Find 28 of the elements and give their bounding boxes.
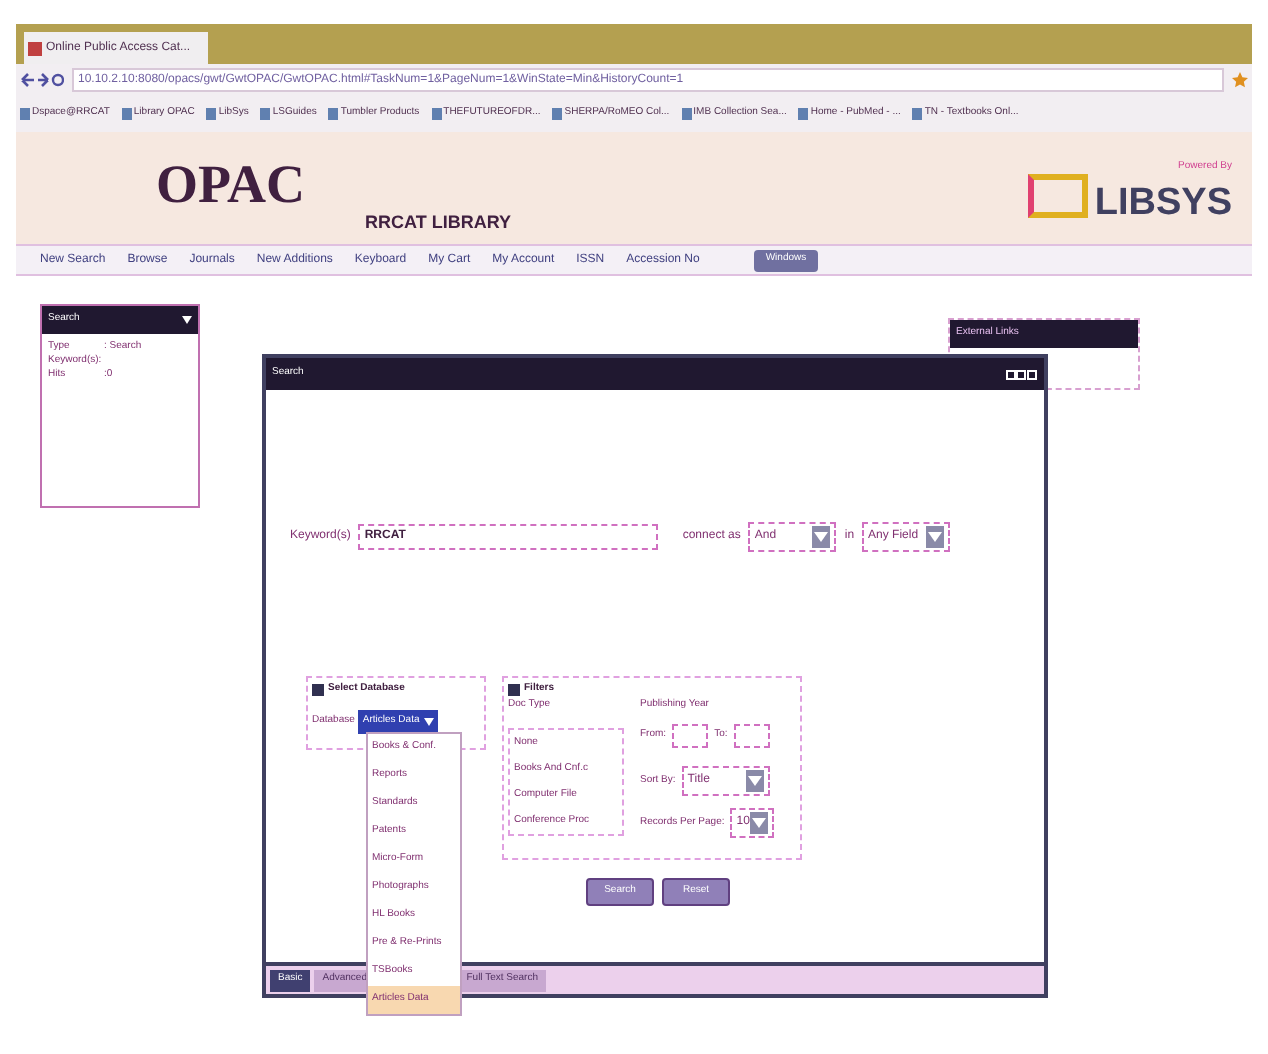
bookmark-icon (328, 108, 339, 120)
collapse-icon[interactable] (312, 683, 324, 696)
bookmark-icon (20, 108, 30, 120)
brand-logo: LIBSYS (1094, 179, 1232, 227)
collapse-icon[interactable] (508, 683, 520, 696)
bookmark-icon (798, 108, 809, 120)
pin-icon[interactable] (182, 316, 192, 324)
dropdown-arrow-icon (812, 526, 831, 548)
logo-squares-icon (1028, 174, 1089, 218)
dropdown-arrow-icon (926, 526, 945, 548)
star-icon[interactable] (1232, 72, 1248, 88)
library-name: RRCAT LIBRARY (365, 209, 511, 235)
bookmark-icon (681, 108, 692, 120)
bookmark-icon (431, 108, 442, 120)
bookmark-icon (121, 108, 132, 120)
bookmark-icon (552, 108, 563, 120)
opac-logo: OPAC (156, 151, 305, 217)
dropdown-arrow-icon (750, 812, 769, 834)
dropdown-arrow-icon (745, 770, 764, 792)
window-controls-icon[interactable] (1006, 369, 1038, 379)
to-field[interactable] (733, 724, 770, 748)
bookmark-icon (206, 108, 217, 120)
bookmark-icon (260, 108, 271, 120)
navigation-arrows-icon[interactable] (20, 72, 64, 88)
dropdown-arrow-icon (423, 717, 434, 725)
bookmark-icon (912, 108, 923, 120)
page-icon (28, 41, 42, 55)
from-field[interactable] (672, 724, 709, 748)
